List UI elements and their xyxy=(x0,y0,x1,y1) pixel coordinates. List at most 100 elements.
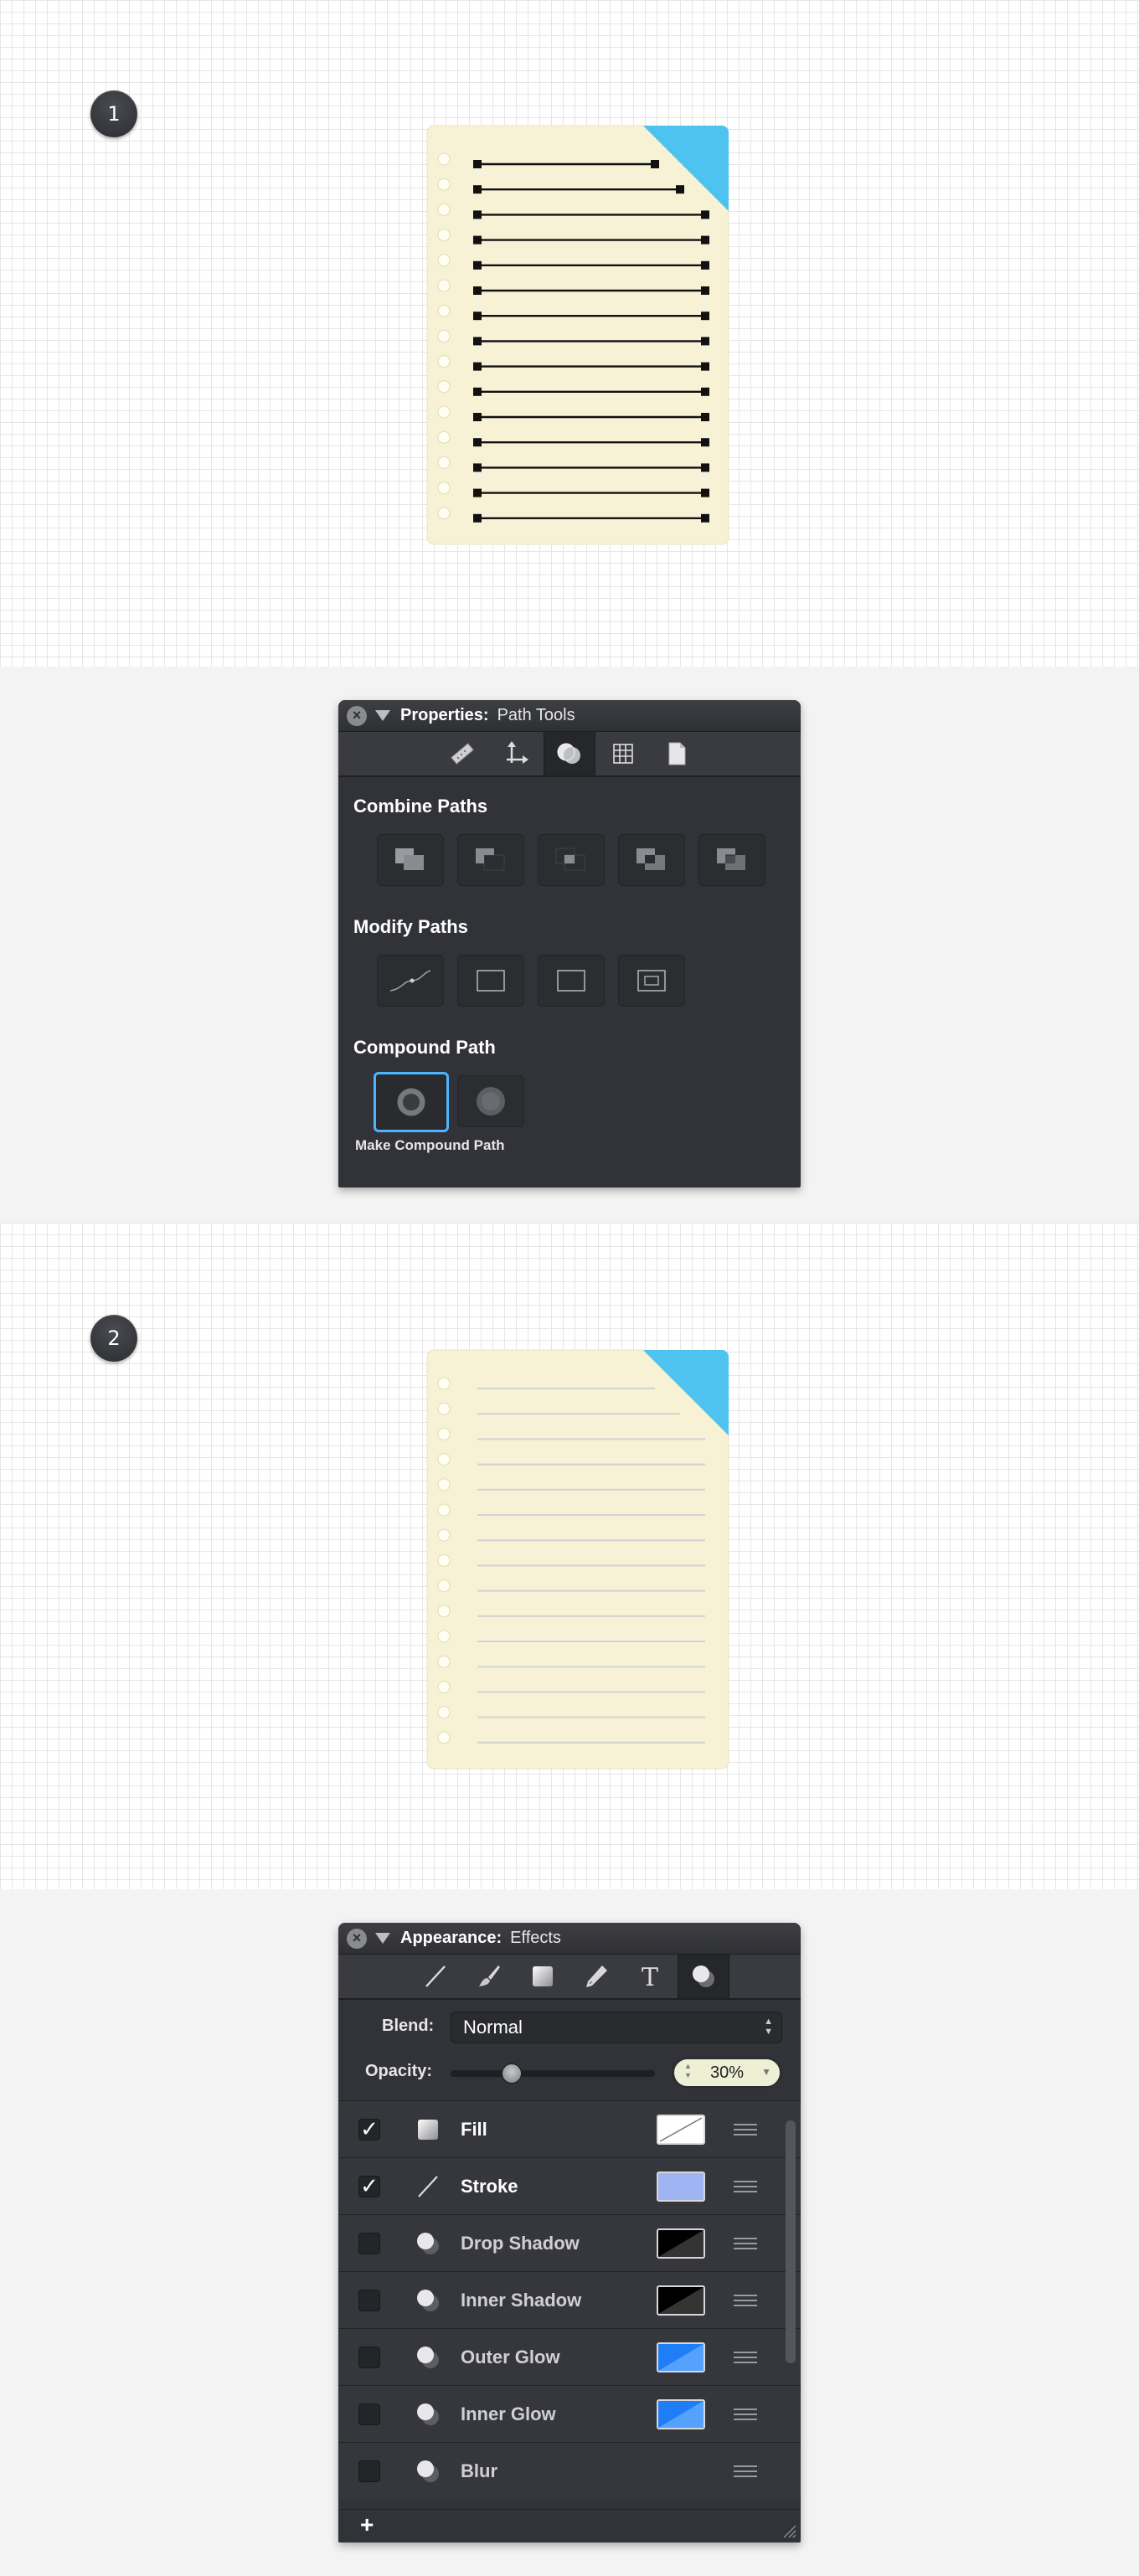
add-effect-button[interactable]: + xyxy=(360,2512,374,2538)
stepper-arrows-icon[interactable]: ▲ ▼ xyxy=(684,2062,692,2080)
resize-grip-icon[interactable] xyxy=(781,2522,797,2539)
path-tools-icon[interactable] xyxy=(544,732,595,775)
anchor-point[interactable] xyxy=(701,210,709,219)
scrollbar[interactable] xyxy=(786,2120,796,2363)
effect-row-outer-glow[interactable]: Outer Glow xyxy=(338,2328,801,2385)
effect-checkbox[interactable] xyxy=(358,2346,380,2368)
close-icon[interactable]: × xyxy=(347,1928,367,1949)
anchor-point[interactable] xyxy=(701,513,709,523)
binder-hole xyxy=(437,1731,451,1744)
collapse-triangle-icon[interactable] xyxy=(375,1933,390,1944)
drag-handle-icon[interactable] xyxy=(734,2177,757,2196)
anchor-point[interactable] xyxy=(473,413,482,421)
effect-checkbox[interactable] xyxy=(358,2289,380,2311)
effect-checkbox[interactable] xyxy=(358,2232,380,2254)
effect-row-fill[interactable]: ✓ Fill xyxy=(338,2100,801,2157)
anchor-point[interactable] xyxy=(651,160,659,168)
effect-row-inner-glow[interactable]: Inner Glow xyxy=(338,2385,801,2442)
close-icon[interactable]: × xyxy=(347,705,367,726)
chevron-down-icon[interactable]: ▼ xyxy=(761,2066,771,2078)
ruler-icon[interactable] xyxy=(436,732,488,775)
binder-hole xyxy=(437,380,451,394)
transform-icon[interactable] xyxy=(490,732,542,775)
fill-square-icon[interactable] xyxy=(517,1955,569,1998)
anchor-point[interactable] xyxy=(701,488,709,497)
offset-path-icon[interactable] xyxy=(457,955,524,1007)
anchor-point[interactable] xyxy=(473,312,482,321)
notepad-result[interactable] xyxy=(425,1348,732,1770)
opacity-stepper[interactable]: ▲ ▼ 30% ▼ xyxy=(672,2057,782,2089)
panel-title-bar: × Appearance: Effects xyxy=(338,1923,801,1955)
anchor-point[interactable] xyxy=(473,235,482,245)
effect-color-swatch[interactable] xyxy=(657,2342,705,2372)
intersect-icon[interactable] xyxy=(538,834,605,886)
effect-color-swatch[interactable] xyxy=(657,2171,705,2202)
line-icon[interactable] xyxy=(410,1955,461,1998)
effect-row-blur[interactable]: Blur xyxy=(338,2442,801,2499)
anchor-point[interactable] xyxy=(473,185,482,194)
union-icon[interactable] xyxy=(377,834,444,886)
combine-paths-heading: Combine Paths xyxy=(353,796,488,817)
drag-handle-icon[interactable] xyxy=(734,2462,757,2481)
anchor-point[interactable] xyxy=(473,160,482,168)
effect-row-stroke[interactable]: ✓ Stroke xyxy=(338,2157,801,2214)
anchor-point[interactable] xyxy=(701,312,709,321)
drag-handle-icon[interactable] xyxy=(734,2405,757,2424)
anchor-point[interactable] xyxy=(473,362,482,371)
opacity-slider-thumb[interactable] xyxy=(502,2063,523,2084)
anchor-point[interactable] xyxy=(701,337,709,346)
panel-subtitle: Effects xyxy=(510,1929,561,1947)
simplify-path-icon[interactable] xyxy=(377,955,444,1007)
subtract-icon[interactable] xyxy=(457,834,524,886)
effect-checkbox[interactable]: ✓ xyxy=(358,2173,380,2198)
effect-row-inner-shadow[interactable]: Inner Shadow xyxy=(338,2271,801,2328)
anchor-point[interactable] xyxy=(701,387,709,396)
anchor-point[interactable] xyxy=(473,513,482,523)
effect-checkbox[interactable]: ✓ xyxy=(358,2116,380,2141)
divide-icon[interactable] xyxy=(698,834,765,886)
anchor-point[interactable] xyxy=(701,286,709,295)
effect-color-swatch[interactable] xyxy=(657,2228,705,2259)
document-icon[interactable] xyxy=(651,732,703,775)
anchor-point[interactable] xyxy=(473,387,482,396)
anchor-point[interactable] xyxy=(473,337,482,346)
brush-icon[interactable] xyxy=(463,1955,515,1998)
anchor-point[interactable] xyxy=(701,463,709,472)
collapse-triangle-icon[interactable] xyxy=(375,710,390,721)
effect-checkbox[interactable] xyxy=(358,2460,380,2482)
anchor-point[interactable] xyxy=(473,438,482,447)
effects-icon[interactable] xyxy=(678,1955,729,1998)
anchor-point[interactable] xyxy=(701,438,709,447)
anchor-point[interactable] xyxy=(676,185,684,194)
release-compound-path-icon[interactable] xyxy=(457,1075,524,1127)
effect-color-swatch[interactable] xyxy=(657,2398,705,2429)
anchor-point[interactable] xyxy=(701,235,709,245)
drag-handle-icon[interactable] xyxy=(734,2234,757,2253)
anchor-point[interactable] xyxy=(701,413,709,421)
pen-icon[interactable] xyxy=(570,1955,622,1998)
anchor-point[interactable] xyxy=(473,286,482,295)
exclude-icon[interactable] xyxy=(618,834,685,886)
anchor-point[interactable] xyxy=(701,362,709,371)
effect-color-swatch[interactable] xyxy=(657,2285,705,2316)
opacity-slider[interactable] xyxy=(451,2063,655,2084)
anchor-point[interactable] xyxy=(701,260,709,270)
blend-dropdown[interactable]: Normal ▲ ▼ xyxy=(451,2012,782,2043)
anchor-point[interactable] xyxy=(473,260,482,270)
anchor-point[interactable] xyxy=(473,463,482,472)
grid-icon[interactable] xyxy=(597,732,649,775)
text-icon[interactable]: T xyxy=(624,1955,676,1998)
effect-checkbox[interactable] xyxy=(358,2403,380,2425)
effect-row-drop-shadow[interactable]: Drop Shadow xyxy=(338,2214,801,2271)
drag-handle-icon[interactable] xyxy=(734,2120,757,2139)
drag-handle-icon[interactable] xyxy=(734,2291,757,2310)
anchor-point[interactable] xyxy=(473,210,482,219)
anchor-point[interactable] xyxy=(473,488,482,497)
outline-stroke-icon[interactable] xyxy=(538,955,605,1007)
notepad-with-paths[interactable] xyxy=(425,124,732,546)
effect-color-swatch[interactable] xyxy=(657,2114,705,2145)
inset-path-icon[interactable] xyxy=(618,955,685,1007)
make-compound-path-icon[interactable] xyxy=(374,1072,449,1132)
drag-handle-icon[interactable] xyxy=(734,2348,757,2367)
effect-name: Fill xyxy=(461,2118,487,2140)
